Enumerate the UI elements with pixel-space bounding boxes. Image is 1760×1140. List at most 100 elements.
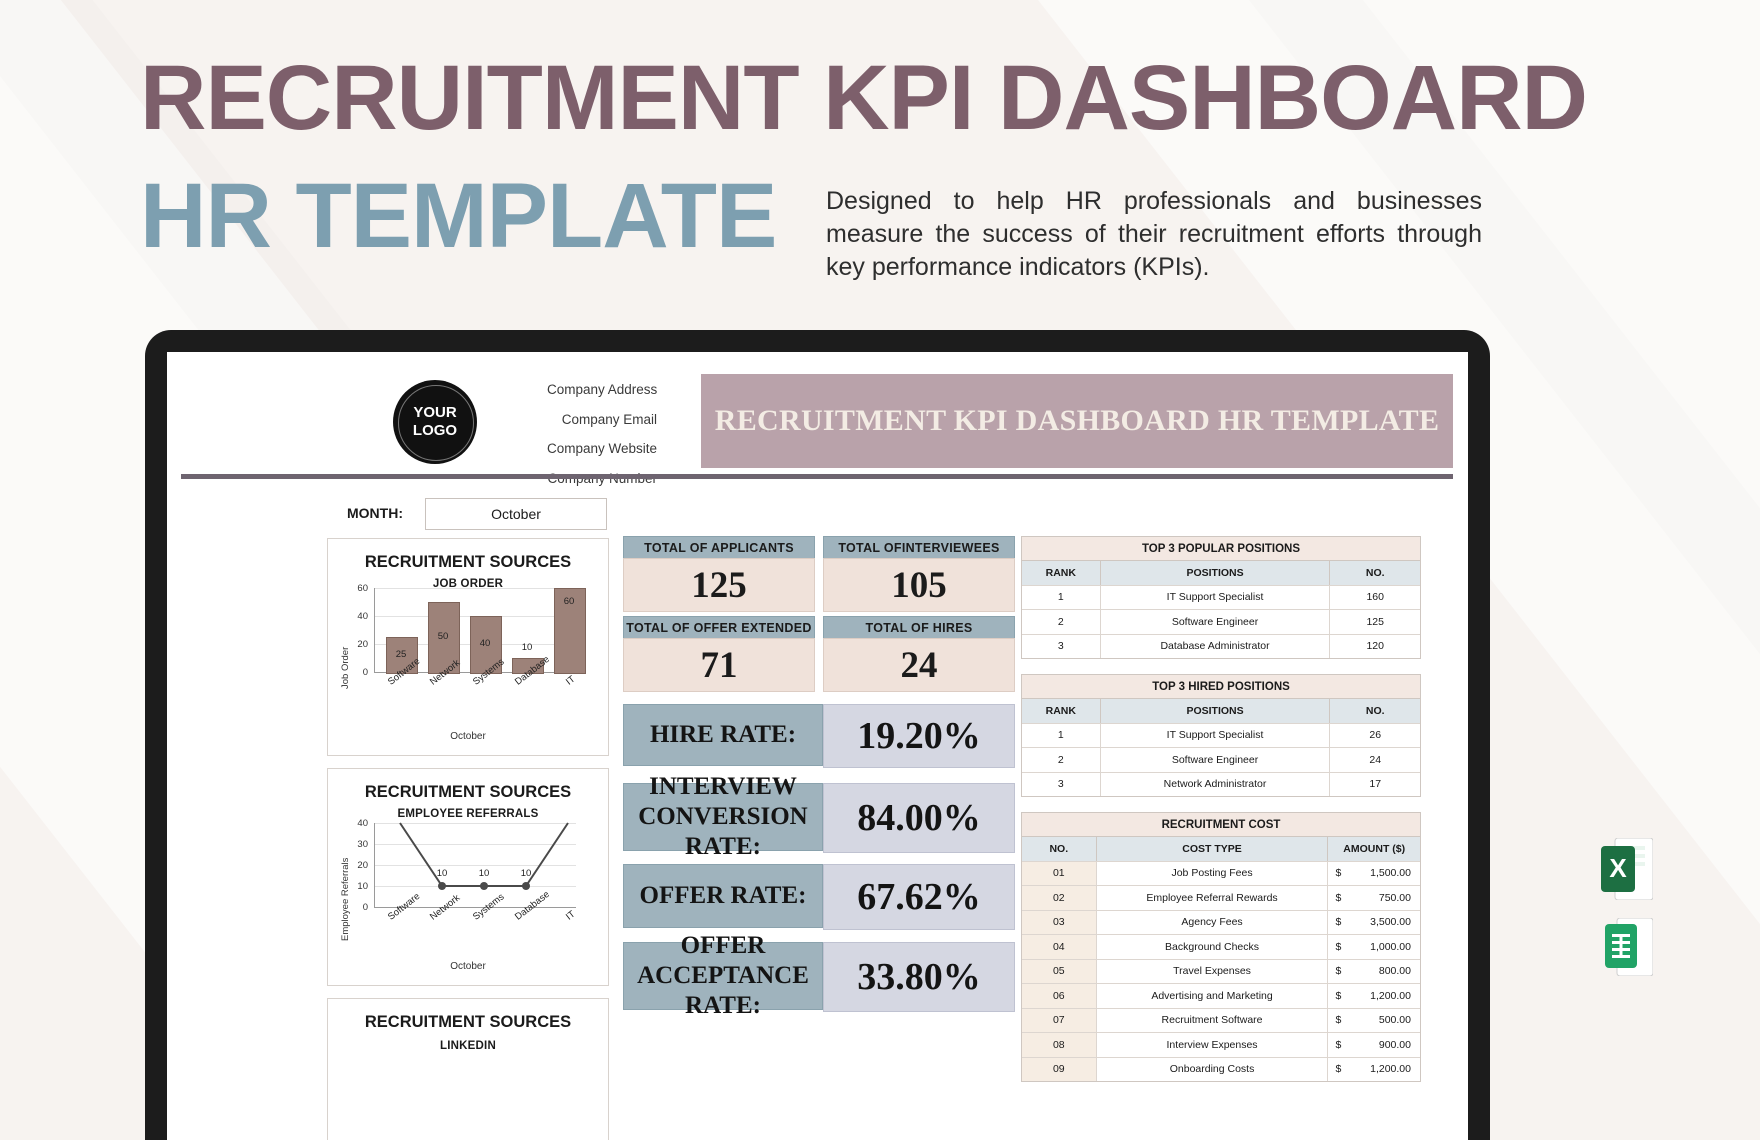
rate-value-interview-conversion: 84.00% [823, 783, 1015, 853]
chart3-title: RECRUITMENT SOURCES [364, 1013, 572, 1031]
table-row-header: NO. COST TYPE AMOUNT ($) [1022, 837, 1420, 862]
cell-no: 08 [1022, 1033, 1097, 1057]
chart2-xlabel: October [450, 961, 486, 972]
cell-rank: 2 [1022, 610, 1101, 634]
header-positions: POSITIONS [1100, 561, 1331, 585]
cell-cost-type: Agency Fees [1097, 910, 1329, 934]
cell-amount: $ 800.00 [1328, 960, 1420, 984]
page-title-line1: RECRUITMENT KPI DASHBOARD [140, 47, 1588, 149]
chart1-bar-label: 60 [563, 596, 575, 607]
chart1-bar-label: 50 [437, 631, 449, 642]
cell-amount: $ 750.00 [1328, 886, 1420, 910]
month-label: MONTH: [347, 505, 403, 521]
chart-card-employee-referrals: RECRUITMENT SOURCES EMPLOYEE REFERRALS E… [327, 768, 609, 986]
chart1-title: RECRUITMENT SOURCES [364, 553, 572, 571]
cell-rank: 1 [1022, 585, 1101, 609]
kpi-label-interviewees: TOTAL OFINTERVIEWEES [823, 536, 1015, 560]
cell-amount: $ 1,500.00 [1328, 862, 1420, 886]
kpi-value-offer-extended: 71 [623, 638, 815, 692]
header-rank: RANK [1022, 699, 1101, 723]
company-info: Company Address Company Email Company We… [547, 382, 657, 500]
table-row: 03 Agency Fees $ 3,500.00 [1022, 910, 1420, 935]
table-row: 1 IT Support Specialist 160 [1022, 585, 1420, 610]
amount-value: 3,500.00 [1370, 916, 1411, 929]
kpi-label-hires: TOTAL OF HIRES [823, 616, 1015, 640]
chart1-xtick: IT [564, 673, 578, 688]
cell-no: 07 [1022, 1008, 1097, 1032]
cell-cost-type: Interview Expenses [1097, 1033, 1329, 1057]
cell-cost-type: Background Checks [1097, 935, 1329, 959]
header-cost-type: COST TYPE [1096, 837, 1329, 861]
month-row: MONTH: October [183, 498, 613, 530]
page-subtitle: Designed to help HR professionals and bu… [826, 187, 1482, 281]
rate-label-interview-conversion: INTERVIEW CONVERSION RATE: [623, 773, 823, 860]
currency-symbol: $ [1335, 1014, 1342, 1027]
currency-symbol: $ [1335, 965, 1342, 978]
chart2-point [438, 882, 446, 890]
chart1-tick: 60 [357, 583, 368, 594]
currency-symbol: $ [1335, 989, 1342, 1002]
header-amount: AMOUNT ($) [1328, 837, 1420, 861]
rate-value-offer: 67.62% [823, 864, 1015, 930]
amount-value: 1,000.00 [1370, 940, 1411, 953]
chart1-xlabel: October [450, 731, 486, 742]
table-row-header: RANK POSITIONS NO. [1022, 699, 1420, 724]
chart1-tick: 20 [357, 639, 368, 650]
table-hired-title: TOP 3 HIRED POSITIONS [1022, 675, 1420, 699]
cell-position: Software Engineer [1101, 748, 1331, 772]
cell-no: 03 [1022, 910, 1097, 934]
company-email: Company Email [561, 411, 657, 427]
cell-no: 125 [1366, 615, 1384, 628]
rate-label-offer: OFFER RATE: [623, 864, 823, 928]
chart1-bar-label: 10 [521, 642, 533, 653]
cell-no: 05 [1022, 959, 1097, 983]
cell-no: 17 [1369, 778, 1382, 791]
sheet-header: YOUR LOGO Company Address Company Email … [181, 366, 1453, 486]
page-header: RECRUITMENT KPI DASHBOARD HR TEMPLATE De… [0, 0, 1760, 300]
cell-position: Software Engineer [1101, 610, 1331, 634]
amount-value: 900.00 [1378, 1038, 1411, 1051]
table-hired-positions: TOP 3 HIRED POSITIONS RANK POSITIONS NO.… [1021, 674, 1421, 797]
cell-no: 09 [1022, 1057, 1097, 1081]
cell-cost-type: Travel Expenses [1097, 959, 1329, 983]
header-rank: RANK [1022, 561, 1101, 585]
table-row: 02 Employee Referral Rewards $ 750.00 [1022, 886, 1420, 911]
chart2-point [522, 882, 530, 890]
chart1-tick: 0 [362, 667, 368, 678]
cell-cost-type: Onboarding Costs [1097, 1057, 1329, 1081]
chart3-subtitle: LINKEDIN [440, 1040, 496, 1052]
table-row: 04 Background Checks $ 1,000.00 [1022, 935, 1420, 960]
cell-rank: 1 [1022, 723, 1101, 747]
kpi-label-applicants: TOTAL OF APPLICANTS [623, 536, 815, 560]
month-input[interactable]: October [425, 498, 607, 530]
company-address: Company Address [547, 382, 658, 397]
chart2-point-label: 10 [478, 868, 490, 879]
table-row: 2 Software Engineer 125 [1022, 610, 1420, 635]
cell-amount: $ 1,000.00 [1328, 935, 1420, 959]
spreadsheet-screen: YOUR LOGO Company Address Company Email … [167, 352, 1468, 1140]
amount-value: 1,200.00 [1370, 1063, 1411, 1076]
amount-value: 500.00 [1378, 1014, 1411, 1027]
table-row-header: RANK POSITIONS NO. [1022, 561, 1420, 586]
cell-no: 120 [1366, 640, 1384, 653]
dashboard-banner: RECRUITMENT KPI DASHBOARD HR TEMPLATE [701, 374, 1453, 468]
amount-value: 800.00 [1378, 965, 1411, 978]
cell-no: 01 [1022, 861, 1097, 885]
cell-position: IT Support Specialist [1101, 723, 1331, 747]
cell-amount: $ 500.00 [1328, 1009, 1420, 1033]
logo-ring [398, 385, 474, 461]
rate-label-hire: HIRE RATE: [623, 704, 823, 766]
cell-position: Network Administrator [1101, 772, 1331, 796]
cell-rank: 3 [1022, 634, 1101, 658]
currency-symbol: $ [1335, 1063, 1342, 1076]
chart2-point-label: 10 [520, 868, 532, 879]
chart1-bar-label: 40 [479, 638, 491, 649]
page-title-line2: HR TEMPLATE [140, 165, 777, 267]
cell-amount: $ 3,500.00 [1328, 911, 1420, 935]
kpi-label-offer-extended: TOTAL OF OFFER EXTENDED [623, 616, 815, 640]
chart2-point [480, 882, 488, 890]
google-sheets-file-icon[interactable] [1605, 918, 1653, 976]
cell-cost-type: Advertising and Marketing [1097, 984, 1329, 1008]
rate-value-hire: 19.20% [823, 704, 1015, 768]
excel-file-icon[interactable]: X [1601, 838, 1653, 900]
